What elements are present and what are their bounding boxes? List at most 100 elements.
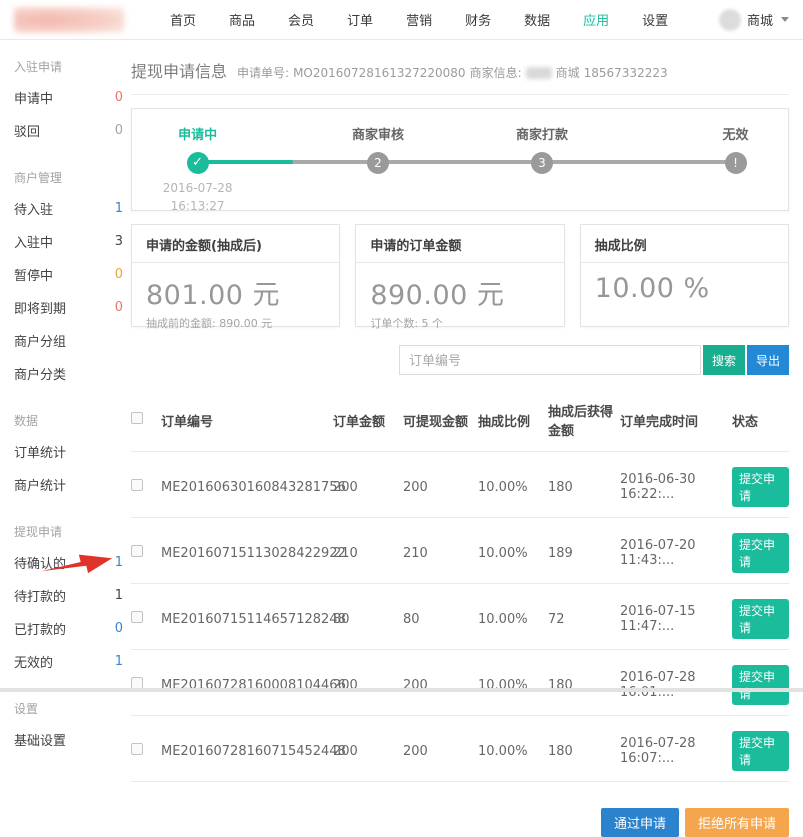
sidebar-item-applying[interactable]: 申请中 0 (14, 81, 131, 114)
stat-card-value: 801.00 元 (146, 273, 325, 312)
row-checkbox[interactable] (131, 743, 143, 755)
stat-card-caption (595, 307, 774, 321)
reject-all-applications-button[interactable]: 拒绝所有申请 (685, 808, 789, 837)
sidebar-item-count: 0 (115, 90, 123, 105)
sidebar-item-count: 0 (115, 621, 123, 636)
nav-item-members[interactable]: 会员 (288, 10, 314, 29)
export-button[interactable]: 导出 (747, 345, 789, 375)
main-content: 提现申请信息 申请单号: MO20160728161327220080 商家信息… (131, 40, 803, 686)
merchant-phone: 18567332223 (584, 66, 668, 80)
select-all-checkbox[interactable] (131, 412, 143, 424)
commission-rate: 10.00% (478, 480, 548, 495)
app-logo[interactable] (14, 7, 124, 33)
nav-item-data[interactable]: 数据 (524, 10, 550, 29)
merchant-name: 商城 (556, 64, 580, 81)
sidebar-item-label: 商户统计 (14, 475, 66, 494)
sidebar-item-count: 0 (115, 300, 123, 315)
sidebar-item-label: 申请中 (14, 88, 53, 107)
nav-item-marketing[interactable]: 营销 (406, 10, 432, 29)
sidebar-item-count: 3 (115, 234, 123, 249)
row-checkbox[interactable] (131, 545, 143, 557)
search-button[interactable]: 搜索 (703, 345, 745, 375)
nav-item-finance[interactable]: 财务 (465, 10, 491, 29)
sidebar-item-suspended[interactable]: 暂停中 0 (14, 258, 131, 291)
col-header-order-amount: 订单金额 (333, 411, 403, 430)
status-timeline: 申请中 ✓ 2016-07-28 16:13:27 商家审核 2 商家打款 3 (131, 108, 789, 211)
withdrawable-amount: 80 (403, 612, 478, 627)
commission-rate: 10.00% (478, 744, 548, 759)
col-header-after-commission: 抽成后获得金额 (548, 401, 620, 439)
step-number-icon: 2 (367, 152, 389, 174)
sidebar-item-label: 基础设置 (14, 730, 66, 749)
step-label: 申请中 (138, 124, 258, 143)
sidebar-item-pending-confirmation[interactable]: 待确认的 1 (14, 546, 131, 579)
sidebar-item-count: 1 (115, 654, 123, 669)
order-no-search-input[interactable] (399, 345, 701, 375)
order-no: ME20160715113028422922 (161, 546, 333, 561)
amount-after-commission: 189 (548, 546, 620, 561)
timeline-step-merchant-review: 商家审核 2 (318, 109, 438, 174)
step-label: 商家打款 (482, 124, 602, 143)
completed-time: 2016-06-30 16:22:... (620, 472, 732, 502)
sidebar-item-pending-payment[interactable]: 待打款的 1 (14, 579, 131, 612)
sidebar-item-invalid[interactable]: 无效的 1 (14, 645, 131, 678)
sidebar-item-label: 商户分类 (14, 364, 66, 383)
sidebar-section-settings: 设置 基础设置 (14, 700, 131, 756)
footer-actions: 通过申请 拒绝所有申请 (131, 808, 789, 837)
nav-item-orders[interactable]: 订单 (347, 10, 373, 29)
sidebar-item-label: 即将到期 (14, 298, 66, 317)
sidebar-item-label: 待打款的 (14, 586, 66, 605)
sidebar-item-entered[interactable]: 入驻中 3 (14, 225, 131, 258)
sidebar-section-withdrawal-applications: 提现申请 待确认的 1 待打款的 1 已打款的 0 无效的 (14, 523, 131, 678)
step-label: 商家审核 (318, 124, 438, 143)
submit-application-button[interactable]: 提交申请 (732, 731, 789, 771)
table-row: ME20160728160715452448 200 200 10.00% 18… (131, 716, 789, 782)
completed-time: 2016-07-15 11:47:... (620, 604, 732, 634)
withdrawable-amount: 200 (403, 744, 478, 759)
submit-application-button[interactable]: 提交申请 (732, 533, 789, 573)
sidebar-item-expiring-soon[interactable]: 即将到期 0 (14, 291, 131, 324)
nav-item-home[interactable]: 首页 (170, 10, 196, 29)
nav-item-settings[interactable]: 设置 (642, 10, 668, 29)
sidebar-item-paid[interactable]: 已打款的 0 (14, 612, 131, 645)
application-meta: 申请单号: MO20160728161327220080 商家信息: 商城 18… (237, 64, 668, 81)
page-head: 提现申请信息 申请单号: MO20160728161327220080 商家信息… (131, 40, 789, 95)
approve-application-button[interactable]: 通过申请 (601, 808, 679, 837)
page-title: 提现申请信息 (131, 58, 227, 82)
submit-application-button[interactable]: 提交申请 (732, 599, 789, 639)
nav-item-products[interactable]: 商品 (229, 10, 255, 29)
sidebar-item-pending-entry[interactable]: 待入驻 1 (14, 192, 131, 225)
row-checkbox[interactable] (131, 611, 143, 623)
user-menu[interactable]: 商城 (719, 9, 789, 31)
sidebar-item-merchant-groups[interactable]: 商户分组 (14, 324, 131, 357)
chevron-down-icon (781, 17, 789, 22)
stat-cards: 申请的金额(抽成后) 801.00 元 抽成前的金额: 890.00 元 申请的… (131, 224, 789, 327)
completed-time: 2016-07-28 16:01:... (620, 670, 732, 700)
sidebar-item-label: 订单统计 (14, 442, 66, 461)
table-row: ME20160728160008104466 200 200 10.00% 18… (131, 650, 789, 716)
order-amount: 80 (333, 612, 403, 627)
submit-application-button[interactable]: 提交申请 (732, 467, 789, 507)
sidebar-item-order-stats[interactable]: 订单统计 (14, 435, 131, 468)
stat-card-caption: 订单个数: 5 个 (370, 315, 549, 331)
submit-application-button[interactable]: 提交申请 (732, 665, 789, 705)
sidebar-item-merchant-stats[interactable]: 商户统计 (14, 468, 131, 501)
application-no-label: 申请单号: (237, 64, 289, 81)
stat-card-commission-rate: 抽成比例 10.00 % (580, 224, 789, 327)
withdrawable-amount: 210 (403, 546, 478, 561)
nav-item-apps-active[interactable]: 应用 (583, 10, 609, 29)
sidebar-item-rejected[interactable]: 驳回 0 (14, 114, 131, 147)
stat-card-order-amount: 申请的订单金额 890.00 元 订单个数: 5 个 (355, 224, 564, 327)
sidebar-item-label: 无效的 (14, 652, 53, 671)
step-date: 2016-07-28 16:13:27 (138, 179, 258, 215)
sidebar-item-count: 0 (115, 267, 123, 282)
orders-table: 订单编号 订单金额 可提现金额 抽成比例 抽成后获得金额 订单完成时间 状态 M… (131, 385, 789, 782)
sidebar-item-merchant-categories[interactable]: 商户分类 (14, 357, 131, 390)
check-icon: ✓ (187, 152, 209, 174)
sidebar-item-basic-settings[interactable]: 基础设置 (14, 723, 131, 756)
row-checkbox[interactable] (131, 479, 143, 491)
top-nav: 首页 商品 会员 订单 营销 财务 数据 应用 设置 商城 (0, 0, 803, 40)
main-nav: 首页 商品 会员 订单 营销 财务 数据 应用 设置 (170, 10, 719, 29)
sidebar-section-title: 数据 (14, 412, 131, 429)
step-label: 无效 (676, 124, 796, 143)
